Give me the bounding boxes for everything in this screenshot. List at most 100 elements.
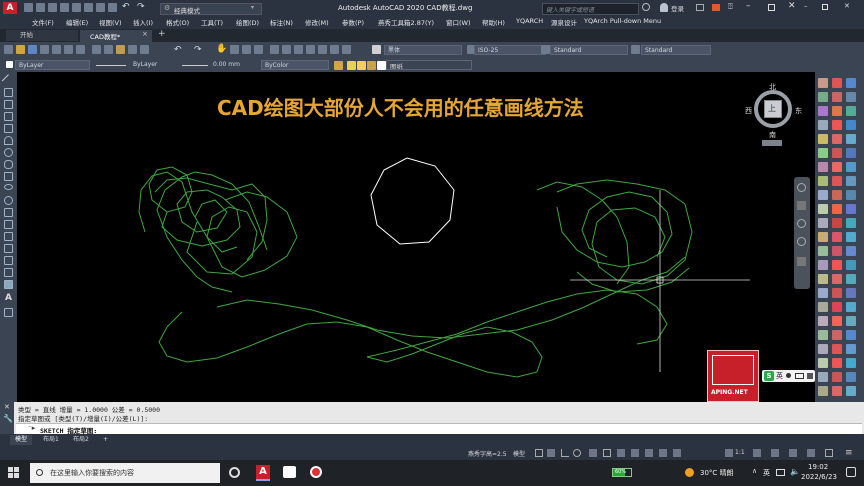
undo-icon[interactable]: ↶ [122,2,130,12]
save-icon[interactable] [48,3,57,12]
wcs-button[interactable] [762,140,782,146]
units-icon[interactable] [771,449,779,457]
plot-preview-icon[interactable] [108,3,117,12]
quickcalc-icon[interactable] [330,45,339,54]
yq-tool-5-icon[interactable] [832,92,842,102]
yq-tool-52-icon[interactable] [818,316,828,326]
yq-tool-61-icon[interactable] [818,358,828,368]
saveas-icon[interactable] [60,3,69,12]
grid-icon[interactable] [535,449,543,457]
menu-view[interactable]: 视图(V) [99,17,122,27]
autocad-logo[interactable]: A [3,2,17,14]
tool-palettes-icon[interactable] [294,45,303,54]
menu-edit[interactable]: 编辑(E) [66,17,88,27]
yq-tool-33-icon[interactable] [846,218,856,228]
print-icon[interactable] [40,45,49,54]
clock-time[interactable]: 19:02 [808,463,828,471]
yq-tool-47-icon[interactable] [832,288,842,298]
layer-combo[interactable]: ByLayer [15,60,90,70]
menu-yqarch[interactable]: YQARCH [516,17,543,25]
yq-tool-50-icon[interactable] [832,302,842,312]
capcut-taskbar-icon[interactable] [283,466,296,478]
open-file-icon[interactable] [16,45,25,54]
pan-nav-icon[interactable] [797,201,806,210]
rectangle-tool-icon[interactable] [4,124,13,133]
menu-window[interactable]: 窗口(W) [446,17,471,27]
zoom-realtime-icon[interactable] [230,45,239,54]
yq-tool-13-icon[interactable] [818,134,828,144]
revcloud-tool-icon[interactable] [4,160,13,169]
command-line[interactable]: ⁻▸ SKETCH 指定草图: [16,423,862,435]
help-icon[interactable]: ⍰ [728,2,733,12]
clean-screen-icon[interactable] [825,449,833,457]
ime-toolbar[interactable]: S 英 [762,370,815,382]
layer-lock-icon[interactable] [367,61,376,70]
transparency-icon[interactable] [631,449,639,457]
cart-icon[interactable] [696,4,704,11]
help-toolbar-icon[interactable] [342,45,351,54]
maximize-button[interactable] [768,4,775,11]
menu-yanxiu-tools[interactable]: 燕秀工具箱2.87(Y) [378,17,434,27]
plotstyle-combo[interactable]: ByColor [261,60,329,70]
yq-tool-12-icon[interactable] [846,120,856,130]
tab-layout2[interactable]: 布局2 [68,435,94,445]
login-link[interactable]: 登录 [671,3,684,13]
min-small-button[interactable]: – [804,2,808,10]
text-style-combo[interactable]: 黑体 [384,45,462,55]
tab-model[interactable]: 模型 [10,435,33,445]
menu-modify[interactable]: 修改(M) [305,17,329,27]
yq-pen-icon[interactable] [818,78,828,88]
windows-start-icon[interactable] [8,467,20,479]
arc-tool-icon[interactable] [4,136,13,145]
minimize-button[interactable]: – [746,1,751,11]
volume-icon[interactable]: 🔈 [790,467,800,476]
mleader-style-combo[interactable]: Standard [641,45,711,55]
layer-on-icon[interactable] [347,61,356,70]
showmotion-icon[interactable] [797,257,806,266]
isolate-icon[interactable] [789,449,797,457]
add-selected-icon[interactable] [4,308,13,317]
model-space-status[interactable]: 模型 [513,449,525,458]
paste-icon[interactable] [116,45,125,54]
preview-icon[interactable] [52,45,61,54]
polyline-tool-icon[interactable] [4,100,13,109]
3d-print-icon[interactable] [76,45,85,54]
gradient-tool-icon[interactable] [4,256,13,265]
layer-color-icon[interactable] [377,61,386,70]
yq-tool-4-icon[interactable] [818,92,828,102]
yq-tool-30-icon[interactable] [846,204,856,214]
yq-tool-16-icon[interactable] [818,148,828,158]
yq-tool-8-icon[interactable] [832,106,842,116]
isodraft-icon[interactable] [589,449,597,457]
text-style-icon[interactable] [372,45,381,54]
viewcube-top-face[interactable]: 上 [764,100,782,118]
redo-icon[interactable]: ↷ [137,2,145,12]
navigation-bar[interactable] [794,177,810,289]
menu-yqarch-pulldown[interactable]: YQArch Pull-down Menu [584,17,661,25]
line-tool-icon[interactable] [1,74,16,88]
yq-tool-14-icon[interactable] [832,134,842,144]
yq-tool-10-icon[interactable] [818,120,828,130]
zoom-previous-icon[interactable] [254,45,263,54]
orbit-nav-icon[interactable] [797,237,806,246]
zoom-nav-icon[interactable] [797,219,806,228]
design-center-icon[interactable] [282,45,291,54]
ellipse-tool-icon[interactable] [4,184,13,190]
spline-tool-icon[interactable] [4,172,13,181]
viewcube-east[interactable]: 东 [795,106,802,116]
viewcube-west[interactable]: 西 [745,106,752,116]
zoom-window-icon[interactable] [242,45,251,54]
yq-tool-57-icon[interactable] [846,330,856,340]
annotation-scale-icon[interactable] [725,449,733,457]
yq-tool-15-icon[interactable] [846,134,856,144]
search-icon[interactable] [642,3,650,11]
menu-yuanquan[interactable]: 源泉设计 [551,17,577,27]
annotation-scale-value[interactable]: 1:1 [735,449,745,456]
yq-tool-56-icon[interactable] [832,330,842,340]
circle-tool-icon[interactable] [4,148,13,157]
yq-tool-32-icon[interactable] [832,218,842,228]
table-style-icon[interactable] [541,45,550,54]
lineweight-combo[interactable]: 0.00 mm [210,60,258,70]
insert-block-icon[interactable] [4,208,13,217]
yq-tool-21-icon[interactable] [846,162,856,172]
